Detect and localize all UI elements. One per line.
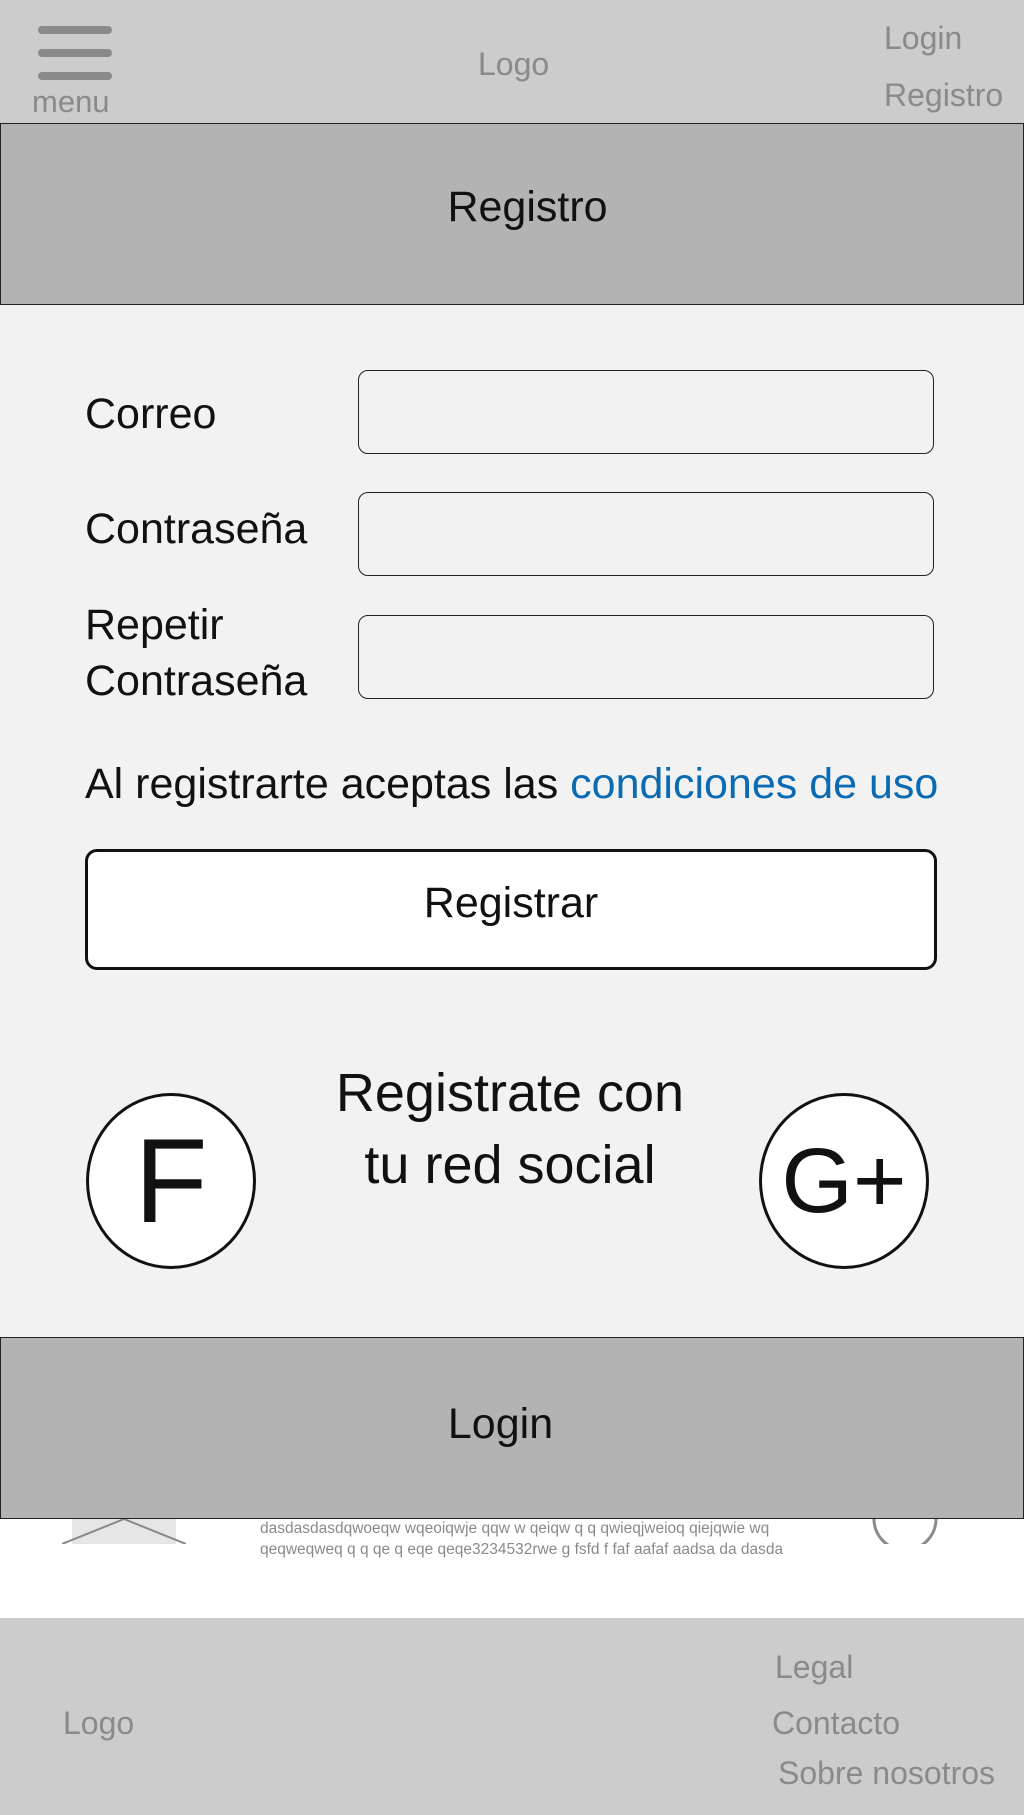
footer-legal-link[interactable]: Legal <box>775 1649 853 1686</box>
google-plus-login-button[interactable]: G+ <box>759 1093 929 1269</box>
header-login-link[interactable]: Login <box>884 20 962 57</box>
email-label: Correo <box>85 390 217 438</box>
circle-icon[interactable] <box>872 1519 938 1544</box>
email-field[interactable] <box>358 370 934 454</box>
login-title[interactable]: Login <box>0 1400 1001 1449</box>
social-text-line1: Registrate con <box>335 1063 685 1123</box>
peek-description-line1: dasdasdasdqwoeqw wqeoiqwje qqw w qeiqw q… <box>260 1520 770 1537</box>
repeat-password-label-line2: Contraseña <box>85 657 308 705</box>
peek-description-line2: qeqweqweq q q qe q eqe qeqe3234532rwe g … <box>260 1541 784 1558</box>
hamburger-menu-icon[interactable] <box>38 26 112 80</box>
password-label: Contraseña <box>85 505 308 553</box>
social-signup-text: Registrate con tu red social <box>300 1057 720 1201</box>
google-plus-icon: G+ <box>781 1130 907 1232</box>
peek-description: dasdasdasdqwoeqw wqeoiqwje qqw w qeiqw q… <box>260 1518 860 1560</box>
footer-logo[interactable]: Logo <box>63 1705 134 1742</box>
repeat-password-label: Repetir Contraseña <box>85 597 307 709</box>
terms-prefix: Al registrarte aceptas las <box>85 760 571 808</box>
facebook-login-button[interactable]: F <box>86 1093 256 1269</box>
menu-bar <box>38 26 112 34</box>
menu-bar <box>38 49 112 57</box>
repeat-password-label-line1: Repetir <box>85 601 224 649</box>
register-button[interactable]: Registrar <box>85 849 937 970</box>
footer-sobre-nosotros-link[interactable]: Sobre nosotros <box>778 1755 995 1792</box>
header-registro-link[interactable]: Registro <box>884 77 1003 114</box>
terms-text: Al registrarte aceptas las condiciones d… <box>85 760 938 809</box>
social-text-line2: tu red social <box>364 1135 656 1195</box>
footer-contacto-link[interactable]: Contacto <box>772 1705 900 1742</box>
image-placeholder-icon <box>62 1519 186 1544</box>
menu-label[interactable]: menu <box>32 84 110 120</box>
terms-link[interactable]: condiciones de uso <box>570 760 938 808</box>
repeat-password-field[interactable] <box>358 615 934 699</box>
header-logo[interactable]: Logo <box>478 46 549 83</box>
registro-title: Registro <box>447 183 608 231</box>
password-field[interactable] <box>358 492 934 576</box>
menu-bar <box>38 72 112 80</box>
facebook-icon: F <box>134 1114 208 1248</box>
